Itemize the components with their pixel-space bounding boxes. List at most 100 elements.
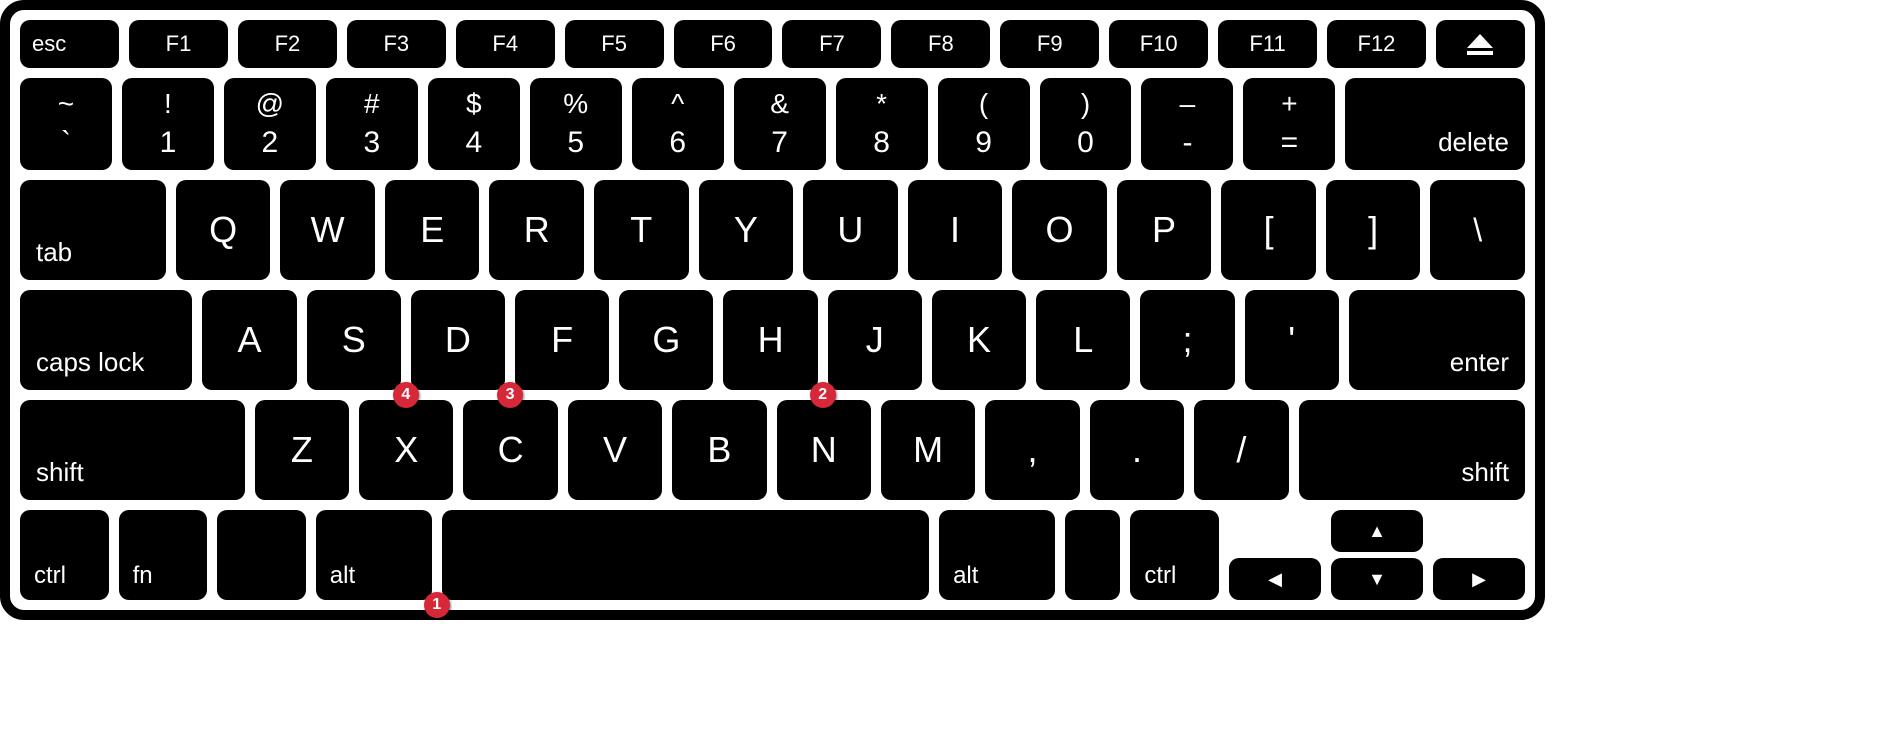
key-f2[interactable]: F2 — [238, 20, 337, 68]
key-d[interactable]: D — [411, 290, 505, 390]
key-minus[interactable]: –- — [1141, 78, 1233, 170]
key-label: O — [1045, 209, 1073, 251]
key-label: D — [445, 319, 471, 361]
key-alt-left[interactable]: alt — [316, 510, 432, 600]
key-delete[interactable]: delete — [1345, 78, 1525, 170]
key-l[interactable]: L — [1036, 290, 1130, 390]
key-upper: $ — [466, 90, 482, 118]
key-t[interactable]: T — [594, 180, 689, 280]
key-f1[interactable]: F1 — [129, 20, 228, 68]
key-label: M — [913, 429, 943, 471]
key-f9[interactable]: F9 — [1000, 20, 1099, 68]
key-z[interactable]: Z — [255, 400, 349, 500]
key-f12[interactable]: F12 — [1327, 20, 1426, 68]
key-f3[interactable]: F3 — [347, 20, 446, 68]
key-shift-right[interactable]: shift — [1299, 400, 1526, 500]
key-h[interactable]: H — [723, 290, 817, 390]
key-f7[interactable]: F7 — [782, 20, 881, 68]
key-f5[interactable]: F5 — [565, 20, 664, 68]
key-equals[interactable]: += — [1243, 78, 1335, 170]
key-f11[interactable]: F11 — [1218, 20, 1317, 68]
key-f6[interactable]: F6 — [674, 20, 773, 68]
key-quote[interactable]: ' — [1245, 290, 1339, 390]
key-comma[interactable]: , — [985, 400, 1079, 500]
key-backtick[interactable]: ~` — [20, 78, 112, 170]
key-p[interactable]: P — [1117, 180, 1212, 280]
key-e[interactable]: E — [385, 180, 480, 280]
key-s[interactable]: S — [307, 290, 401, 390]
key-capslock[interactable]: caps lock — [20, 290, 192, 390]
key-label: F1 — [166, 31, 192, 57]
key-label: U — [837, 209, 863, 251]
key-backslash[interactable]: \ — [1430, 180, 1525, 280]
key-o[interactable]: O — [1012, 180, 1107, 280]
key-9[interactable]: (9 — [938, 78, 1030, 170]
key-7[interactable]: &7 — [734, 78, 826, 170]
key-ctrl-left[interactable]: ctrl — [20, 510, 109, 600]
key-w[interactable]: W — [280, 180, 375, 280]
key-6[interactable]: ^6 — [632, 78, 724, 170]
key-tab[interactable]: tab — [20, 180, 166, 280]
key-label: Q — [209, 209, 237, 251]
key-label: I — [950, 209, 960, 251]
key-label: F4 — [492, 31, 518, 57]
key-f10[interactable]: F10 — [1109, 20, 1208, 68]
key-lower: 0 — [1077, 128, 1094, 158]
key-esc[interactable]: esc — [20, 20, 119, 68]
key-label: F6 — [710, 31, 736, 57]
key-y[interactable]: Y — [699, 180, 794, 280]
key-label: delete — [1438, 127, 1509, 158]
key-c[interactable]: C — [463, 400, 557, 500]
key-2[interactable]: @2 — [224, 78, 316, 170]
key-arrow-up[interactable]: ▲ — [1331, 510, 1423, 552]
key-f8[interactable]: F8 — [891, 20, 990, 68]
key-j[interactable]: J — [828, 290, 922, 390]
key-upper: ( — [979, 90, 988, 118]
key-upper: – — [1180, 90, 1196, 118]
key-space[interactable] — [442, 510, 929, 600]
key-slash[interactable]: / — [1194, 400, 1288, 500]
key-arrow-down[interactable]: ▼ — [1331, 558, 1423, 600]
key-a[interactable]: A — [202, 290, 296, 390]
key-q[interactable]: Q — [176, 180, 271, 280]
key-8[interactable]: *8 — [836, 78, 928, 170]
key-eject[interactable] — [1436, 20, 1525, 68]
key-ctrl-right[interactable]: ctrl — [1130, 510, 1219, 600]
key-period[interactable]: . — [1090, 400, 1184, 500]
key-label: . — [1132, 429, 1142, 471]
key-arrow-left[interactable]: ◀ — [1229, 558, 1321, 600]
key-label: ; — [1182, 319, 1192, 361]
key-m[interactable]: M — [881, 400, 975, 500]
key-blank-right[interactable] — [1065, 510, 1120, 600]
key-f[interactable]: F — [515, 290, 609, 390]
key-f4[interactable]: F4 — [456, 20, 555, 68]
key-0[interactable]: )0 — [1040, 78, 1132, 170]
key-u[interactable]: U — [803, 180, 898, 280]
key-v[interactable]: V — [568, 400, 662, 500]
key-shift-left[interactable]: shift — [20, 400, 245, 500]
key-5[interactable]: %5 — [530, 78, 622, 170]
key-enter[interactable]: enter — [1349, 290, 1525, 390]
key-semicolon[interactable]: ; — [1140, 290, 1234, 390]
key-b[interactable]: B — [672, 400, 766, 500]
key-bracket-left[interactable]: [ — [1221, 180, 1316, 280]
key-4[interactable]: $4 — [428, 78, 520, 170]
key-i[interactable]: I — [908, 180, 1003, 280]
key-1[interactable]: !1 — [122, 78, 214, 170]
key-label: V — [603, 429, 627, 471]
key-label: shift — [1461, 457, 1509, 488]
key-g[interactable]: G — [619, 290, 713, 390]
key-arrow-right[interactable]: ▶ — [1433, 558, 1525, 600]
key-x[interactable]: X — [359, 400, 453, 500]
key-blank-left[interactable] — [217, 510, 306, 600]
arrow-down-icon: ▼ — [1368, 569, 1386, 590]
key-alt-right[interactable]: alt — [939, 510, 1055, 600]
key-n[interactable]: N — [777, 400, 871, 500]
key-r[interactable]: R — [489, 180, 584, 280]
key-3[interactable]: #3 — [326, 78, 418, 170]
key-fn[interactable]: fn — [119, 510, 208, 600]
key-bracket-right[interactable]: ] — [1326, 180, 1421, 280]
key-label: , — [1028, 429, 1038, 471]
key-label: F8 — [928, 31, 954, 57]
key-k[interactable]: K — [932, 290, 1026, 390]
